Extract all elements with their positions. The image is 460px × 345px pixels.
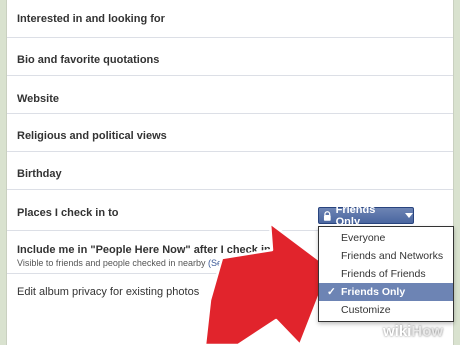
settings-row[interactable]: Interested in and looking for bbox=[7, 0, 453, 38]
option-friends-and-networks[interactable]: Friends and Networks bbox=[319, 247, 453, 265]
see-link[interactable]: (See bbox=[208, 258, 227, 268]
option-friends-only[interactable]: Friends Only bbox=[319, 283, 453, 301]
settings-row[interactable]: Bio and favorite quotations bbox=[7, 38, 453, 76]
chevron-down-icon bbox=[405, 213, 413, 218]
privacy-selector-button[interactable]: Friends Only bbox=[318, 204, 414, 228]
row-label: Interested in and looking for bbox=[17, 13, 165, 25]
row-description: Visible to friends and people checked in… bbox=[17, 258, 227, 268]
watermark-how: How bbox=[411, 323, 444, 340]
option-customize[interactable]: Customize bbox=[319, 301, 453, 319]
row-label: Bio and favorite quotations bbox=[17, 54, 160, 66]
row-label: Website bbox=[17, 93, 59, 105]
settings-row[interactable]: Website bbox=[7, 76, 453, 114]
settings-row[interactable]: Birthday bbox=[7, 152, 453, 190]
row-label: Places I check in to bbox=[17, 207, 119, 219]
watermark-wiki: wiki bbox=[383, 323, 412, 340]
privacy-dropdown-menu: Everyone Friends and Networks Friends of… bbox=[318, 226, 454, 322]
row-label: Include me in "People Here Now" after I … bbox=[17, 244, 271, 256]
privacy-selector-label: Friends Only bbox=[335, 203, 376, 228]
lock-icon bbox=[323, 210, 331, 221]
row-label: Religious and political views bbox=[17, 130, 167, 142]
row-label: Edit album privacy for existing photos bbox=[17, 286, 200, 298]
option-everyone[interactable]: Everyone bbox=[319, 229, 453, 247]
row-description-text: Visible to friends and people checked in… bbox=[17, 258, 206, 268]
wikihow-watermark: wikiHow bbox=[383, 323, 443, 340]
settings-row[interactable]: Religious and political views bbox=[7, 114, 453, 152]
option-friends-of-friends[interactable]: Friends of Friends bbox=[319, 265, 453, 283]
row-label: Birthday bbox=[17, 168, 62, 180]
